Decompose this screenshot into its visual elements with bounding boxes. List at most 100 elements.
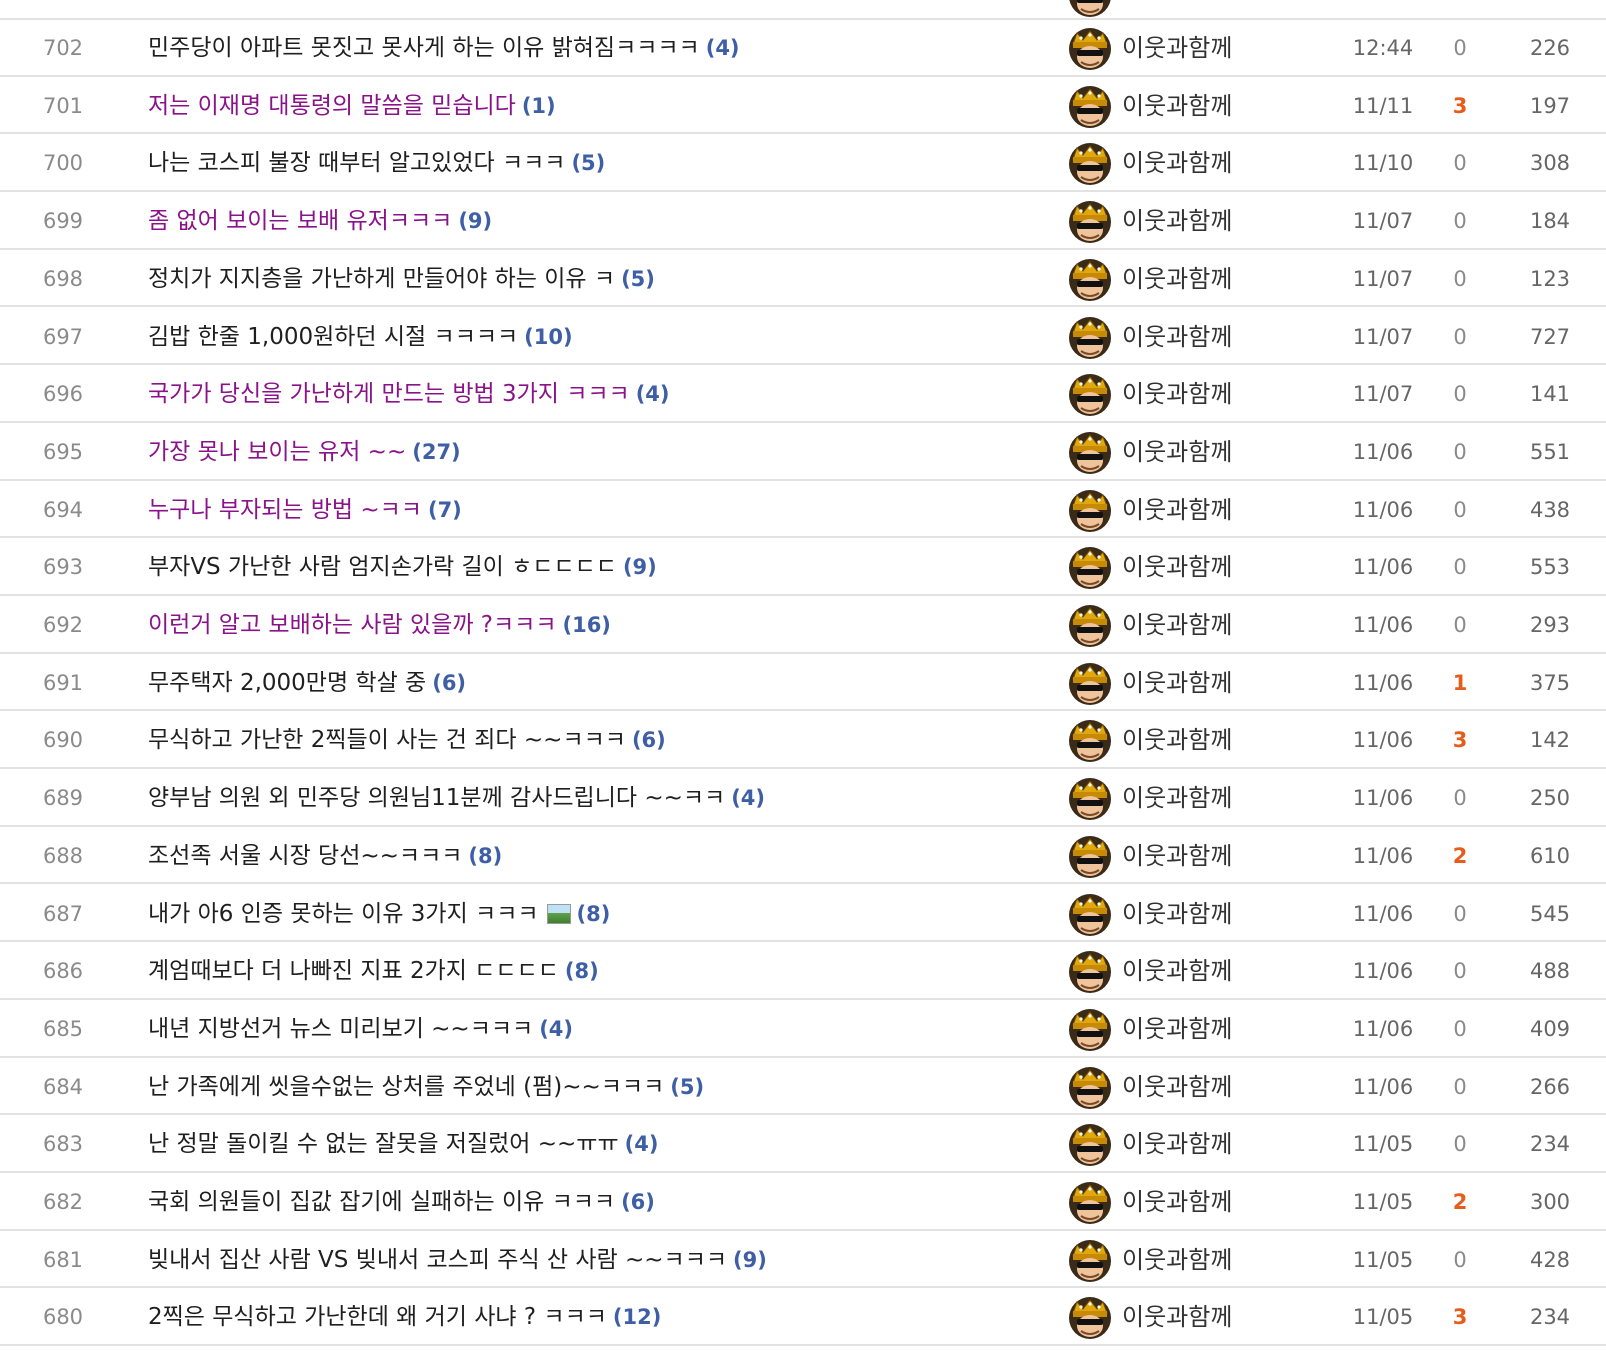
writer-name[interactable]: 이웃과함께 — [1122, 711, 1232, 769]
comment-count[interactable]: (7) — [428, 498, 462, 522]
recommend-count: 0 — [1453, 901, 1467, 926]
comment-count[interactable]: (12) — [613, 1305, 661, 1329]
comment-count[interactable]: (6) — [432, 671, 466, 695]
post-number: 696 — [42, 382, 84, 407]
comment-count[interactable]: (4) — [636, 382, 670, 406]
writer-name[interactable]: 이웃과함께 — [1122, 654, 1232, 712]
post-title-link[interactable]: 2찍은 무식하고 가난한데 왜 거기 사냐 ? ㅋㅋㅋ (12) — [148, 1288, 661, 1346]
writer-name[interactable]: 이웃과함께 — [1122, 1231, 1232, 1289]
comment-count[interactable]: (4) — [731, 786, 765, 810]
view-count: 226 — [1529, 36, 1571, 60]
post-title: 나는 코스피 불장 때부터 알고있었다 ㅋㅋㅋ — [148, 150, 566, 177]
post-title-link[interactable]: 부자VS 가난한 사람 엄지손가락 길이 ㅎㄷㄷㄷㄷ (9) — [148, 538, 657, 596]
post-title-link[interactable]: 누구나 부자되는 방법 ~ㅋㅋ (7) — [148, 481, 462, 539]
recommend-count: 3 — [1452, 93, 1468, 118]
post-title-link[interactable]: 김밥 한줄 1,000원하던 시절 ㅋㅋㅋㅋ (10) — [148, 308, 573, 366]
post-title-link[interactable]: 내가 아6 인증 못하는 이유 3가지 ㅋㅋㅋ (8) — [148, 885, 610, 943]
writer-name[interactable]: 이웃과함께 — [1122, 250, 1232, 308]
comment-count[interactable]: (4) — [539, 1017, 573, 1041]
writer-name[interactable]: 이웃과함께 — [1122, 1000, 1232, 1058]
table-row: 684 난 가족에게 씻을수없는 상처를 주었네 (펌)~~ㅋㅋㅋ (5) 이웃과함께… — [0, 1058, 1606, 1116]
post-title-link[interactable]: 나는 코스피 불장 때부터 알고있었다 ㅋㅋㅋ (5) — [148, 134, 605, 192]
post-title-link[interactable]: 무식하고 가난한 2찍들이 사는 건 죄다 ~~ㅋㅋㅋ (6) — [148, 711, 666, 769]
comment-count[interactable]: (9) — [733, 1248, 767, 1272]
post-title-link[interactable]: 조선족 서울 시장 당선~~ㅋㅋㅋ (8) — [148, 827, 502, 885]
table-row: 688 조선족 서울 시장 당선~~ㅋㅋㅋ (8) 이웃과함께 11/06 2 610 — [0, 827, 1606, 885]
avatar-icon — [1068, 1296, 1112, 1340]
post-title-link[interactable]: 빚내서 집산 사람 VS 빚내서 코스피 주식 산 사람 ~~ㅋㅋㅋ (9) — [148, 1231, 767, 1289]
writer-name[interactable]: 이웃과함께 — [1122, 134, 1232, 192]
comment-count[interactable]: (5) — [621, 267, 655, 291]
comment-count[interactable]: (4) — [625, 1132, 659, 1156]
avatar-icon — [1068, 1066, 1112, 1110]
avatar-icon — [1068, 604, 1112, 648]
writer-name[interactable]: 이웃과함께 — [1122, 308, 1232, 366]
recommend-count: 0 — [1453, 209, 1467, 234]
recommend-count: 0 — [1453, 497, 1467, 522]
post-title-link[interactable]: 무주택자 2,000만명 학살 중 (6) — [148, 654, 466, 712]
comment-count[interactable]: (4) — [706, 36, 740, 60]
post-title-link[interactable]: 가장 못나 보이는 유저 ~~ (27) — [148, 423, 461, 481]
post-number: 688 — [42, 843, 84, 868]
comment-count[interactable]: (9) — [458, 209, 492, 233]
avatar-icon — [1068, 1181, 1112, 1225]
comment-count[interactable]: (5) — [571, 151, 605, 175]
writer-name[interactable]: 이웃과함께 — [1122, 1058, 1232, 1116]
view-count: 545 — [1529, 901, 1571, 926]
writer-name[interactable]: 이웃과함께 — [1122, 942, 1232, 1000]
post-title-link[interactable]: 양부남 의원 외 민주당 의원님11분께 감사드립니다 ~~ㅋㅋ (4) — [148, 769, 765, 827]
post-title-link[interactable]: 난 정말 돌이킬 수 없는 잘못을 저질렀어 ~~ㅠㅠ (4) — [148, 1115, 658, 1173]
writer-name[interactable]: 이웃과함께 — [1122, 1173, 1232, 1231]
post-title-link[interactable]: 정치가 지지층을 가난하게 만들어야 하는 이유 ㅋ (5) — [148, 250, 655, 308]
writer-name[interactable]: 이웃과함께 — [1122, 827, 1232, 885]
writer-name[interactable]: 이웃과함께 — [1122, 77, 1232, 135]
writer-name[interactable]: 이웃과함께 — [1122, 1115, 1232, 1173]
post-title-link[interactable]: 계엄때보다 더 나빠진 지표 2가지 ㄷㄷㄷㄷ (8) — [148, 942, 599, 1000]
comment-count[interactable]: (8) — [577, 902, 611, 926]
comment-count[interactable]: (27) — [412, 440, 460, 464]
view-count: 184 — [1529, 209, 1571, 234]
comment-count[interactable]: (8) — [565, 959, 599, 983]
comment-count[interactable]: (10) — [524, 325, 572, 349]
avatar-icon — [1068, 27, 1112, 71]
comment-count[interactable]: (9) — [623, 555, 657, 579]
avatar-icon — [1068, 893, 1112, 937]
post-title: 누구나 부자되는 방법 ~ㅋㅋ — [148, 496, 422, 523]
recommend-count: 0 — [1453, 786, 1467, 811]
writer-name[interactable]: 이웃과함께 — [1122, 192, 1232, 250]
writer-name[interactable]: 이웃과함께 — [1122, 769, 1232, 827]
post-title-link[interactable]: 내년 지방선거 뉴스 미리보기 ~~ㅋㅋㅋ (4) — [148, 1000, 573, 1058]
post-title-link[interactable]: 민주당이 아파트 못짓고 못사게 하는 이유 밝혀짐ㅋㅋㅋㅋ (4) — [148, 19, 740, 77]
writer-name[interactable]: 이웃과함께 — [1122, 19, 1232, 77]
comment-count[interactable]: (1) — [522, 94, 556, 118]
comment-count[interactable]: (6) — [621, 1190, 655, 1214]
writer-name[interactable]: 이웃과함께 — [1122, 596, 1232, 654]
writer-name[interactable]: 이웃과함께 — [1122, 1288, 1232, 1346]
post-title-link[interactable]: 국가가 당신을 가난하게 만드는 방법 3가지 ㅋㅋㅋ (4) — [148, 365, 670, 423]
writer-name[interactable]: 이웃과함께 — [1122, 481, 1232, 539]
avatar-icon — [1068, 200, 1112, 244]
writer-name[interactable]: 이웃과함께 — [1122, 885, 1232, 943]
writer-name[interactable]: 이웃과함께 — [1122, 423, 1232, 481]
recommend-count: 0 — [1453, 324, 1467, 349]
post-title-link[interactable]: 난 가족에게 씻을수없는 상처를 주었네 (펌)~~ㅋㅋㅋ (5) — [148, 1058, 704, 1116]
avatar-icon — [1068, 1239, 1112, 1283]
comment-count[interactable]: (16) — [562, 613, 610, 637]
post-title-link[interactable]: 국회 의원들이 집값 잡기에 실패하는 이유 ㅋㅋㅋ (6) — [148, 1173, 655, 1231]
post-title-link[interactable]: 좀 없어 보이는 보배 유저ㅋㅋㅋ (9) — [148, 192, 492, 250]
avatar-icon — [1068, 777, 1112, 821]
post-title-link[interactable]: 이런거 알고 보배하는 사람 있을까 ?ㅋㅋㅋ (16) — [148, 596, 611, 654]
avatar-icon — [1068, 373, 1112, 417]
post-title-link[interactable]: 저는 이재명 대통령의 말씀을 믿습니다 (1) — [148, 77, 556, 135]
view-count: 197 — [1529, 93, 1571, 118]
recommend-count: 0 — [1453, 266, 1467, 291]
writer-name[interactable]: 이웃과함께 — [1122, 365, 1232, 423]
writer-name[interactable]: 이웃과함께 — [1122, 538, 1232, 596]
comment-count[interactable]: (6) — [632, 728, 666, 752]
comment-count[interactable]: (5) — [670, 1075, 704, 1099]
avatar-icon — [1068, 719, 1112, 763]
table-row: 686 계엄때보다 더 나빠진 지표 2가지 ㄷㄷㄷㄷ (8) 이웃과함께 11/06 0… — [0, 942, 1606, 1000]
view-count: 551 — [1529, 439, 1571, 464]
comment-count[interactable]: (8) — [468, 844, 502, 868]
view-count: 727 — [1529, 324, 1571, 349]
